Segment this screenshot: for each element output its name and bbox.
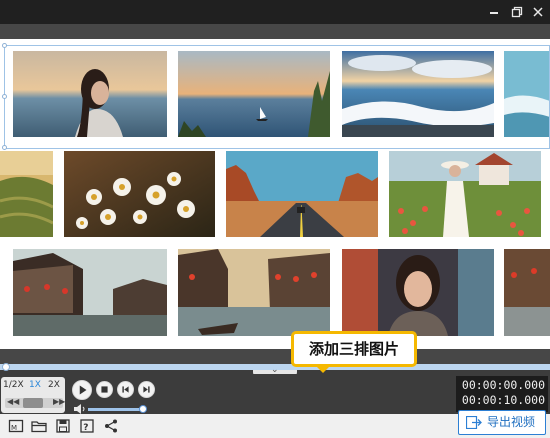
photo-terraced-fields-partial[interactable] [0, 151, 53, 237]
svg-text:?: ? [83, 423, 88, 433]
speed-slider[interactable]: ◀◀ ▶▶ [5, 397, 65, 408]
photo-water-town-partial[interactable] [504, 249, 550, 336]
save-as-icon[interactable]: ? [79, 418, 95, 434]
svg-text:M: M [11, 424, 17, 432]
photo-ocean-waves[interactable] [342, 51, 494, 137]
rewind-icon[interactable]: ◀◀ [7, 397, 19, 406]
photo-sailboat-lake[interactable] [178, 51, 330, 137]
timeline-playhead[interactable] [2, 363, 10, 371]
open-folder-icon[interactable] [31, 418, 47, 434]
canvas-bottom-area [0, 349, 550, 365]
save-icon[interactable] [55, 418, 71, 434]
next-frame-button[interactable] [138, 381, 155, 398]
export-video-button[interactable]: 导出视频 [458, 410, 546, 435]
play-icon [79, 385, 87, 395]
minimize-icon[interactable] [486, 4, 502, 20]
preview-stage[interactable] [0, 39, 550, 351]
video-editor-window: ⌄ 添加三排图片 1/2X 1X 2X ◀◀ ▶▶ 00:00:00.000 0… [0, 0, 550, 438]
speed-1x[interactable]: 1X [29, 380, 41, 390]
title-bar [0, 0, 550, 24]
previous-frame-icon [122, 386, 129, 393]
photo-water-town-houses[interactable] [13, 249, 167, 336]
speed-2x[interactable]: 2X [48, 380, 60, 390]
current-time: 00:00:00.000 [461, 378, 545, 392]
photo-ocean-waves-partial[interactable] [504, 51, 550, 137]
total-time: 00:00:10.000 [461, 393, 545, 407]
fast-forward-icon[interactable]: ▶▶ [53, 397, 65, 406]
next-frame-icon [143, 386, 150, 393]
hint-tooltip: 添加三排图片 [291, 331, 417, 373]
project-settings-icon[interactable]: M [8, 418, 24, 434]
speed-slider-thumb[interactable] [23, 398, 43, 408]
photo-canal-boats[interactable] [178, 249, 330, 336]
close-icon[interactable] [530, 4, 546, 20]
speed-half[interactable]: 1/2X [3, 380, 24, 390]
export-video-label: 导出视频 [487, 415, 536, 429]
photo-woman-portrait[interactable] [342, 249, 494, 336]
photo-daisy-field[interactable] [64, 151, 215, 237]
speed-control: 1/2X 1X 2X ◀◀ ▶▶ [1, 377, 65, 413]
volume-slider[interactable] [88, 408, 144, 411]
volume-slider-thumb[interactable] [139, 405, 147, 413]
play-button[interactable] [72, 380, 92, 400]
photo-woman-in-flower-field[interactable] [389, 151, 541, 237]
restore-icon[interactable] [509, 4, 525, 20]
stop-button[interactable] [96, 381, 113, 398]
stop-icon [101, 386, 108, 393]
share-icon[interactable] [103, 418, 119, 434]
photo-desert-road[interactable] [226, 151, 378, 237]
timecode-display: 00:00:00.000 00:00:10.000 [456, 376, 548, 412]
volume-icon[interactable] [74, 404, 86, 414]
export-icon [466, 416, 482, 429]
photo-woman-by-sea[interactable] [13, 51, 167, 137]
previous-frame-button[interactable] [117, 381, 134, 398]
